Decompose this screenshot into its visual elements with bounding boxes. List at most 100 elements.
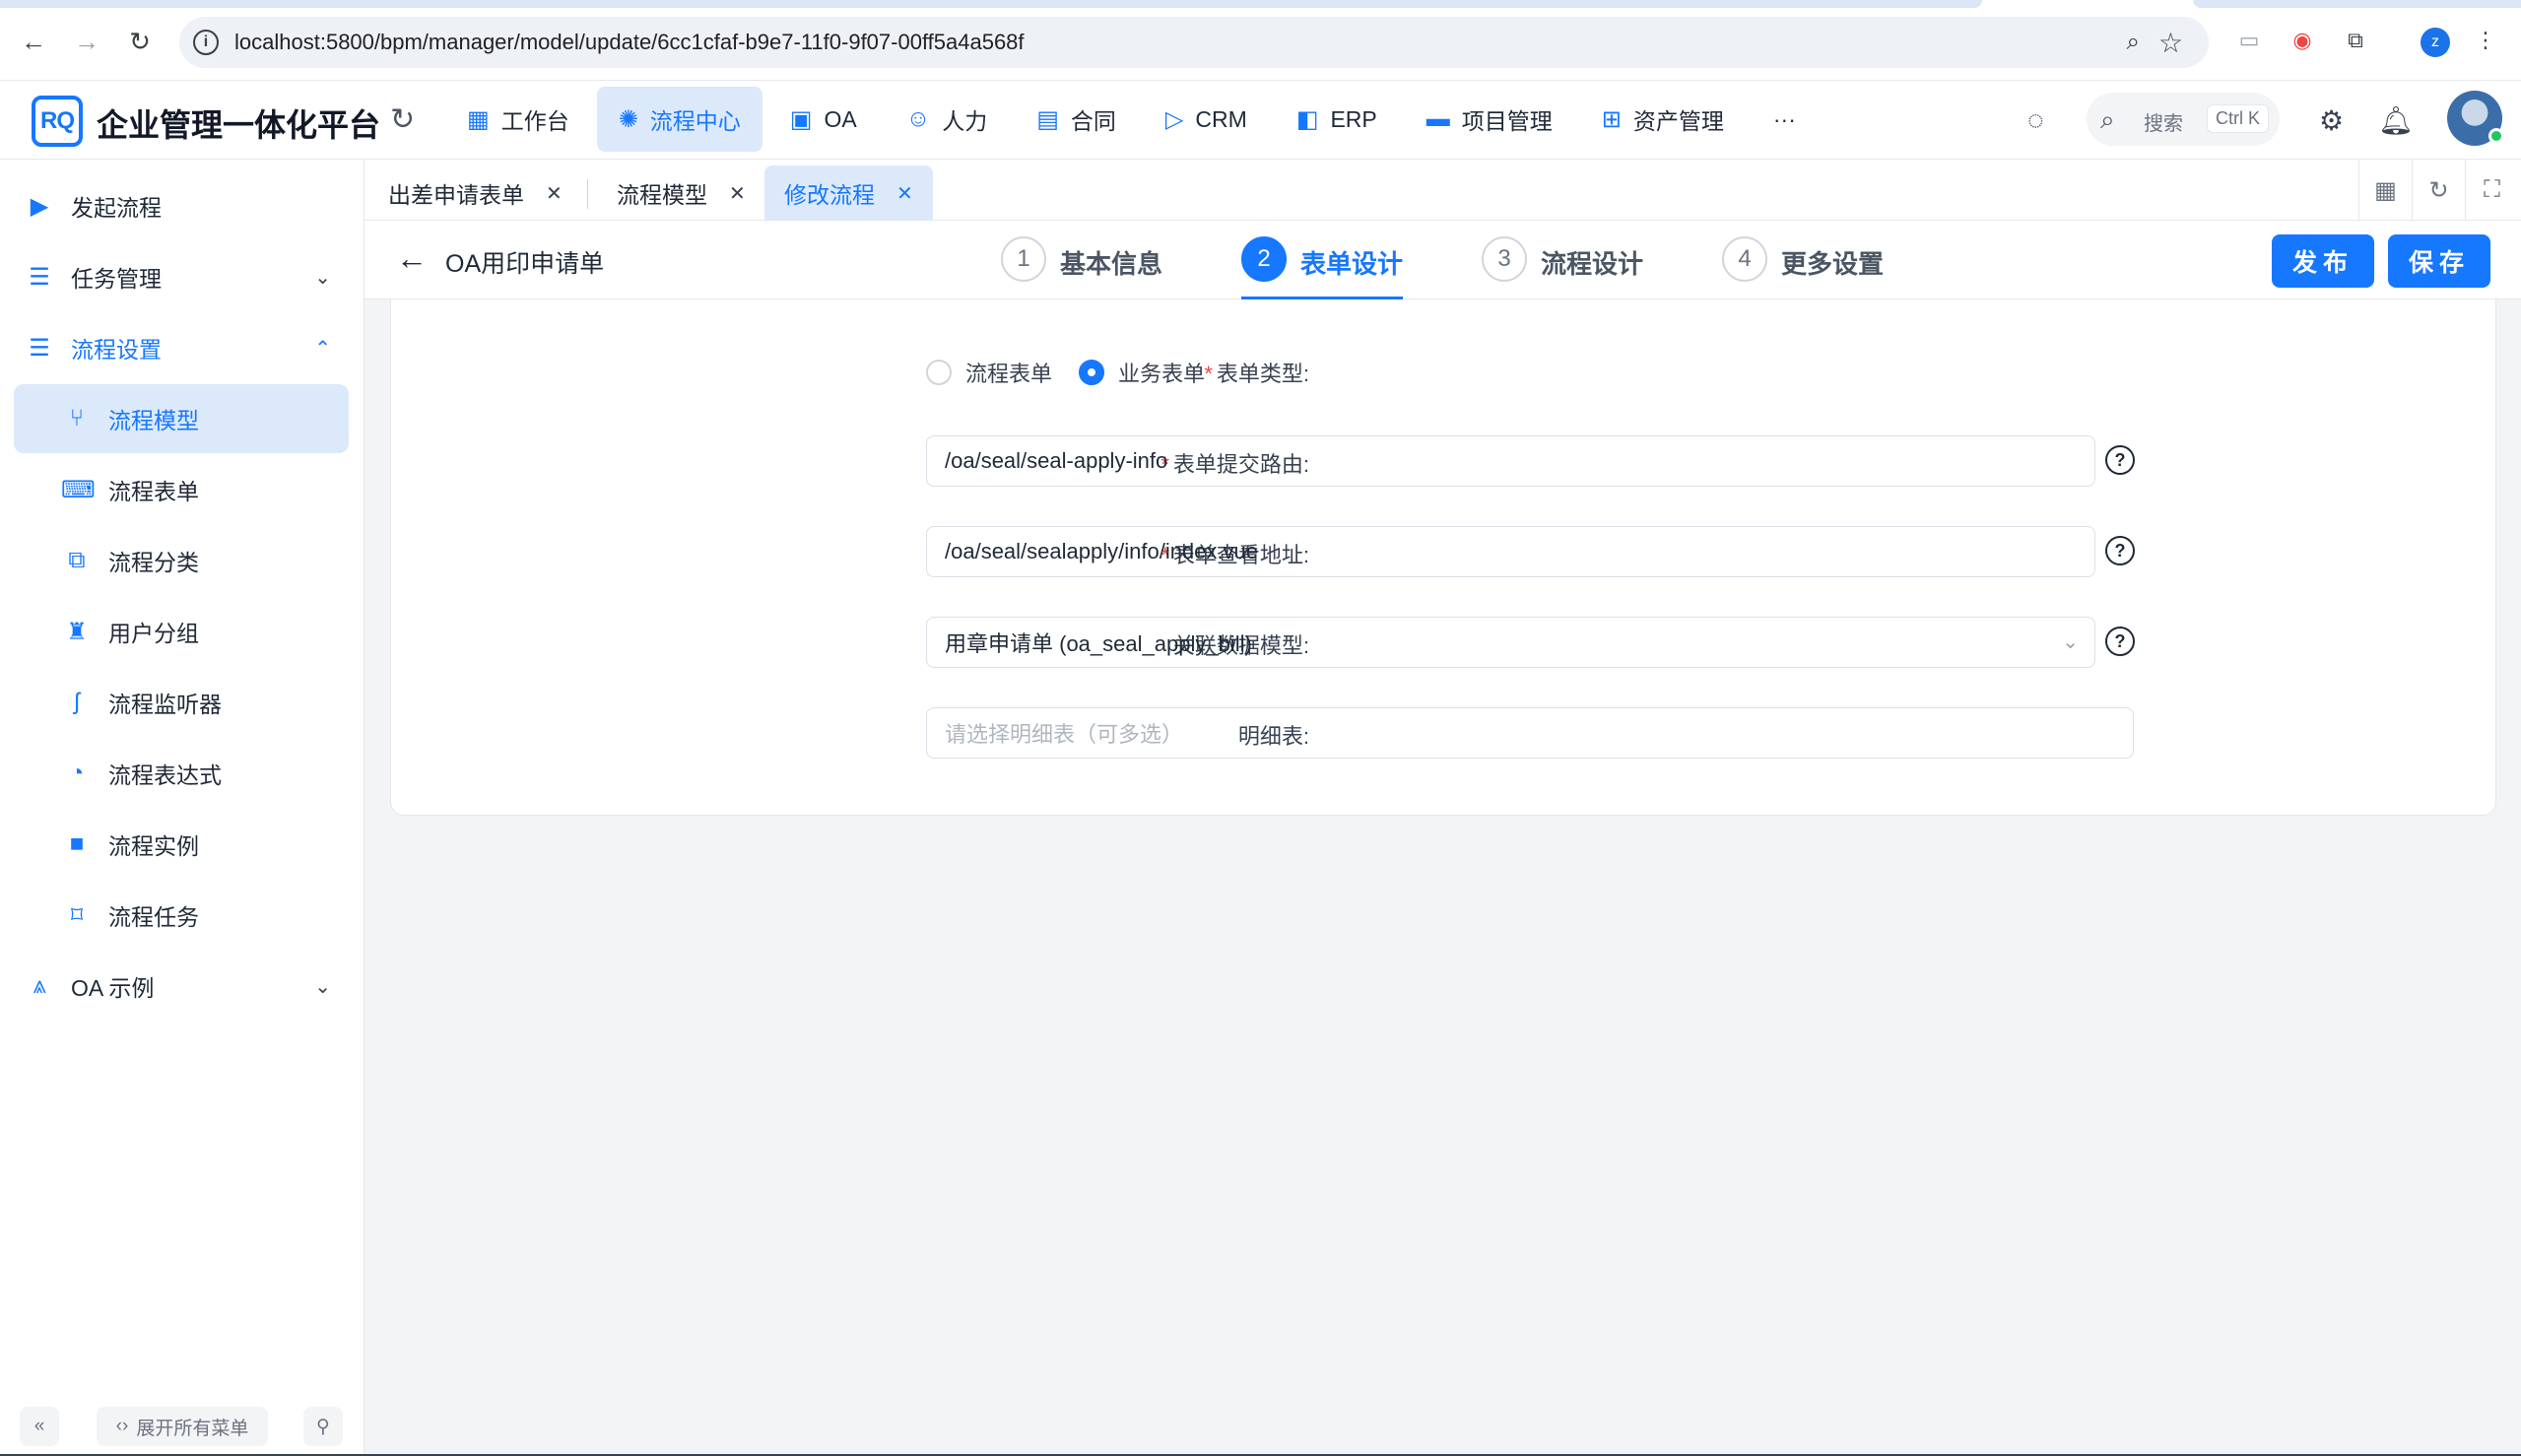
- menu-item-project[interactable]: ▬ 项目管理: [1405, 87, 1574, 152]
- sidebar-item-process-form[interactable]: ⌨ 流程表单: [14, 455, 349, 524]
- sidebar-item-process-instance[interactable]: ■ 流程实例: [14, 810, 349, 879]
- sidebar-item-process-model[interactable]: ⑂ 流程模型: [14, 384, 349, 453]
- tab-edit-process[interactable]: 修改流程 ✕: [764, 165, 933, 221]
- bell-icon[interactable]: 🔔︎: [2378, 104, 2414, 137]
- select-placeholder: 请选择明细表（可多选）: [945, 722, 1184, 747]
- url-text[interactable]: localhost:5800/bpm/manager/model/update/…: [234, 30, 1025, 55]
- publish-button[interactable]: 发布: [2272, 234, 2374, 288]
- erp-icon: ◧: [1295, 105, 1319, 133]
- close-icon[interactable]: ✕: [729, 181, 746, 206]
- gear-icon[interactable]: ⚙: [2319, 104, 2344, 137]
- radio-circle: [1079, 360, 1104, 385]
- form-row-view-path: * 表单查看地址: /oa/seal/sealapply/info/index.v…: [391, 526, 2497, 577]
- menu-item-workflow-center[interactable]: ✺ 流程中心: [596, 87, 763, 152]
- editor-header: ← OA用印申请单 1 基本信息 2 表单设计 3 流程设计 4 更多设置 发布 保存: [365, 221, 2521, 300]
- back-arrow-icon[interactable]: ←: [396, 240, 428, 277]
- code-icon: ‹›: [115, 1416, 129, 1436]
- menu-item-label: CRM: [1195, 105, 1247, 132]
- sidebar-item-process-settings[interactable]: ☰ 流程设置 ⌃: [14, 313, 349, 382]
- sidebar-item-process-category[interactable]: ⧉ 流程分类: [14, 526, 349, 595]
- forward-arrow-icon[interactable]: →: [67, 22, 106, 61]
- sidebar-item-process-task[interactable]: ⌑ 流程任务: [14, 881, 349, 950]
- tab-process-model[interactable]: 流程模型 ✕: [597, 165, 765, 221]
- sidebar-item-process-listener[interactable]: ʃ 流程监听器: [14, 668, 349, 737]
- radio-label: 业务表单: [1118, 362, 1206, 386]
- radio-process-form[interactable]: 流程表单: [926, 357, 1052, 388]
- sidebar-item-oa-examples[interactable]: ⩓ OA 示例 ⌄: [14, 952, 349, 1021]
- sidebar-item-task-management[interactable]: ☰ 任务管理 ⌄: [14, 242, 349, 311]
- step-more-settings[interactable]: 4 更多设置: [1722, 236, 1884, 296]
- menu-item-asset[interactable]: ⊞ 资产管理: [1580, 87, 1746, 152]
- dashboard-icon: ▦: [467, 105, 490, 133]
- menu-item-erp[interactable]: ◧ ERP: [1275, 87, 1399, 152]
- extensions-puzzle-icon[interactable]: ⧉: [2341, 26, 2370, 55]
- collapse-sidebar-button[interactable]: «: [20, 1407, 59, 1446]
- url-host: localhost: [234, 30, 320, 54]
- extension-note-icon[interactable]: ▭: [2234, 26, 2264, 55]
- help-icon[interactable]: ?: [2105, 627, 2135, 656]
- view-path-input[interactable]: /oa/seal/sealapply/info/index.vue: [926, 526, 2095, 577]
- step-label: 更多设置: [1781, 249, 1885, 279]
- data-model-select[interactable]: 用章申请单 (oa_seal_apply_bill) ⌄: [926, 617, 2095, 668]
- category-icon: ⧉: [68, 547, 86, 573]
- sidebar-item-process-expression[interactable]: ◔ 流程表达式: [14, 739, 349, 808]
- save-button[interactable]: 保存: [2388, 234, 2490, 288]
- zoom-icon[interactable]: ⌕: [2127, 29, 2140, 56]
- help-icon[interactable]: ?: [2105, 536, 2135, 565]
- online-status-dot: [2488, 128, 2504, 144]
- tab-refresh-icon[interactable]: ↻: [2412, 160, 2465, 221]
- form-row-submit-route: * 表单提交路由: /oa/seal/seal-apply-info ?: [391, 435, 2497, 487]
- user-avatar[interactable]: [2447, 91, 2504, 146]
- listener-icon: ʃ: [74, 689, 80, 715]
- menu-more-button[interactable]: ···: [1752, 87, 1818, 152]
- tab-travel-form[interactable]: 出差申请表单 ✕: [368, 165, 582, 221]
- oa-icon: ⩓: [33, 972, 46, 999]
- menu-item-hr[interactable]: ☺ 人力: [885, 87, 1010, 152]
- tab-label: 出差申请表单: [388, 182, 524, 208]
- step-basic-info[interactable]: 1 基本信息: [1001, 236, 1162, 296]
- contract-icon: ▤: [1036, 105, 1059, 133]
- bookmark-icon: ⌑: [70, 901, 84, 929]
- crm-icon: ▷: [1164, 105, 1184, 133]
- address-bar[interactable]: i localhost:5800/bpm/manager/model/updat…: [179, 17, 2209, 68]
- expand-all-menus-button[interactable]: ‹› 展开所有菜单: [97, 1407, 268, 1446]
- reload-icon[interactable]: ↻: [120, 22, 160, 61]
- step-form-design[interactable]: 2 表单设计: [1241, 236, 1404, 300]
- menu-item-oa[interactable]: ▣ OA: [768, 87, 879, 152]
- menu-item-workbench[interactable]: ▦ 工作台: [445, 87, 591, 152]
- refresh-icon[interactable]: ↻: [390, 102, 415, 137]
- sidebar-item-label: 流程表单: [108, 479, 199, 504]
- site-info-icon[interactable]: i: [193, 30, 219, 55]
- sidebar-item-start-process[interactable]: ▶ 发起流程: [14, 171, 349, 240]
- tab-label: 修改流程: [784, 182, 875, 208]
- step-number: 2: [1241, 236, 1287, 282]
- detail-table-select[interactable]: 请选择明细表（可多选）: [926, 707, 2134, 759]
- profile-avatar[interactable]: z: [2421, 28, 2450, 57]
- close-icon[interactable]: ✕: [896, 181, 913, 206]
- tab-grid-icon[interactable]: ▦: [2358, 160, 2412, 221]
- fullscreen-icon[interactable]: ⛶: [2465, 160, 2518, 221]
- step-number: 3: [1482, 236, 1527, 282]
- sidebar-item-label: 流程任务: [108, 904, 199, 930]
- radio-business-form[interactable]: 业务表单: [1079, 357, 1205, 388]
- bookmark-star-icon[interactable]: ☆: [2158, 27, 2183, 59]
- help-icon[interactable]: ?: [2105, 445, 2135, 475]
- global-search[interactable]: ⌕ 搜索 Ctrl K: [2087, 93, 2280, 146]
- menu-item-contract[interactable]: ▤ 合同: [1015, 87, 1138, 152]
- browser-menu-icon[interactable]: ⋮: [2471, 26, 2500, 55]
- pin-icon[interactable]: ⚲: [303, 1407, 343, 1446]
- play-icon: ▶: [30, 192, 49, 220]
- menu-item-label: 流程中心: [649, 108, 741, 134]
- submit-route-input[interactable]: /oa/seal/seal-apply-info: [926, 435, 2095, 487]
- search-placeholder: 搜索: [2144, 113, 2183, 135]
- form-row-detail-table: 明细表: 请选择明细表（可多选）: [391, 707, 2497, 759]
- sidebar-item-user-group[interactable]: ♜ 用户分组: [14, 597, 349, 666]
- close-icon[interactable]: ✕: [546, 181, 563, 206]
- chat-icon[interactable]: ◌: [2027, 104, 2044, 136]
- menu-item-label: 工作台: [500, 108, 569, 134]
- form-label-text: 表单类型:: [1216, 362, 1309, 386]
- back-arrow-icon[interactable]: ←: [14, 22, 53, 61]
- menu-item-crm[interactable]: ▷ CRM: [1144, 87, 1269, 152]
- step-process-design[interactable]: 3 流程设计: [1482, 236, 1643, 296]
- extension-red-icon[interactable]: ◉: [2288, 26, 2317, 55]
